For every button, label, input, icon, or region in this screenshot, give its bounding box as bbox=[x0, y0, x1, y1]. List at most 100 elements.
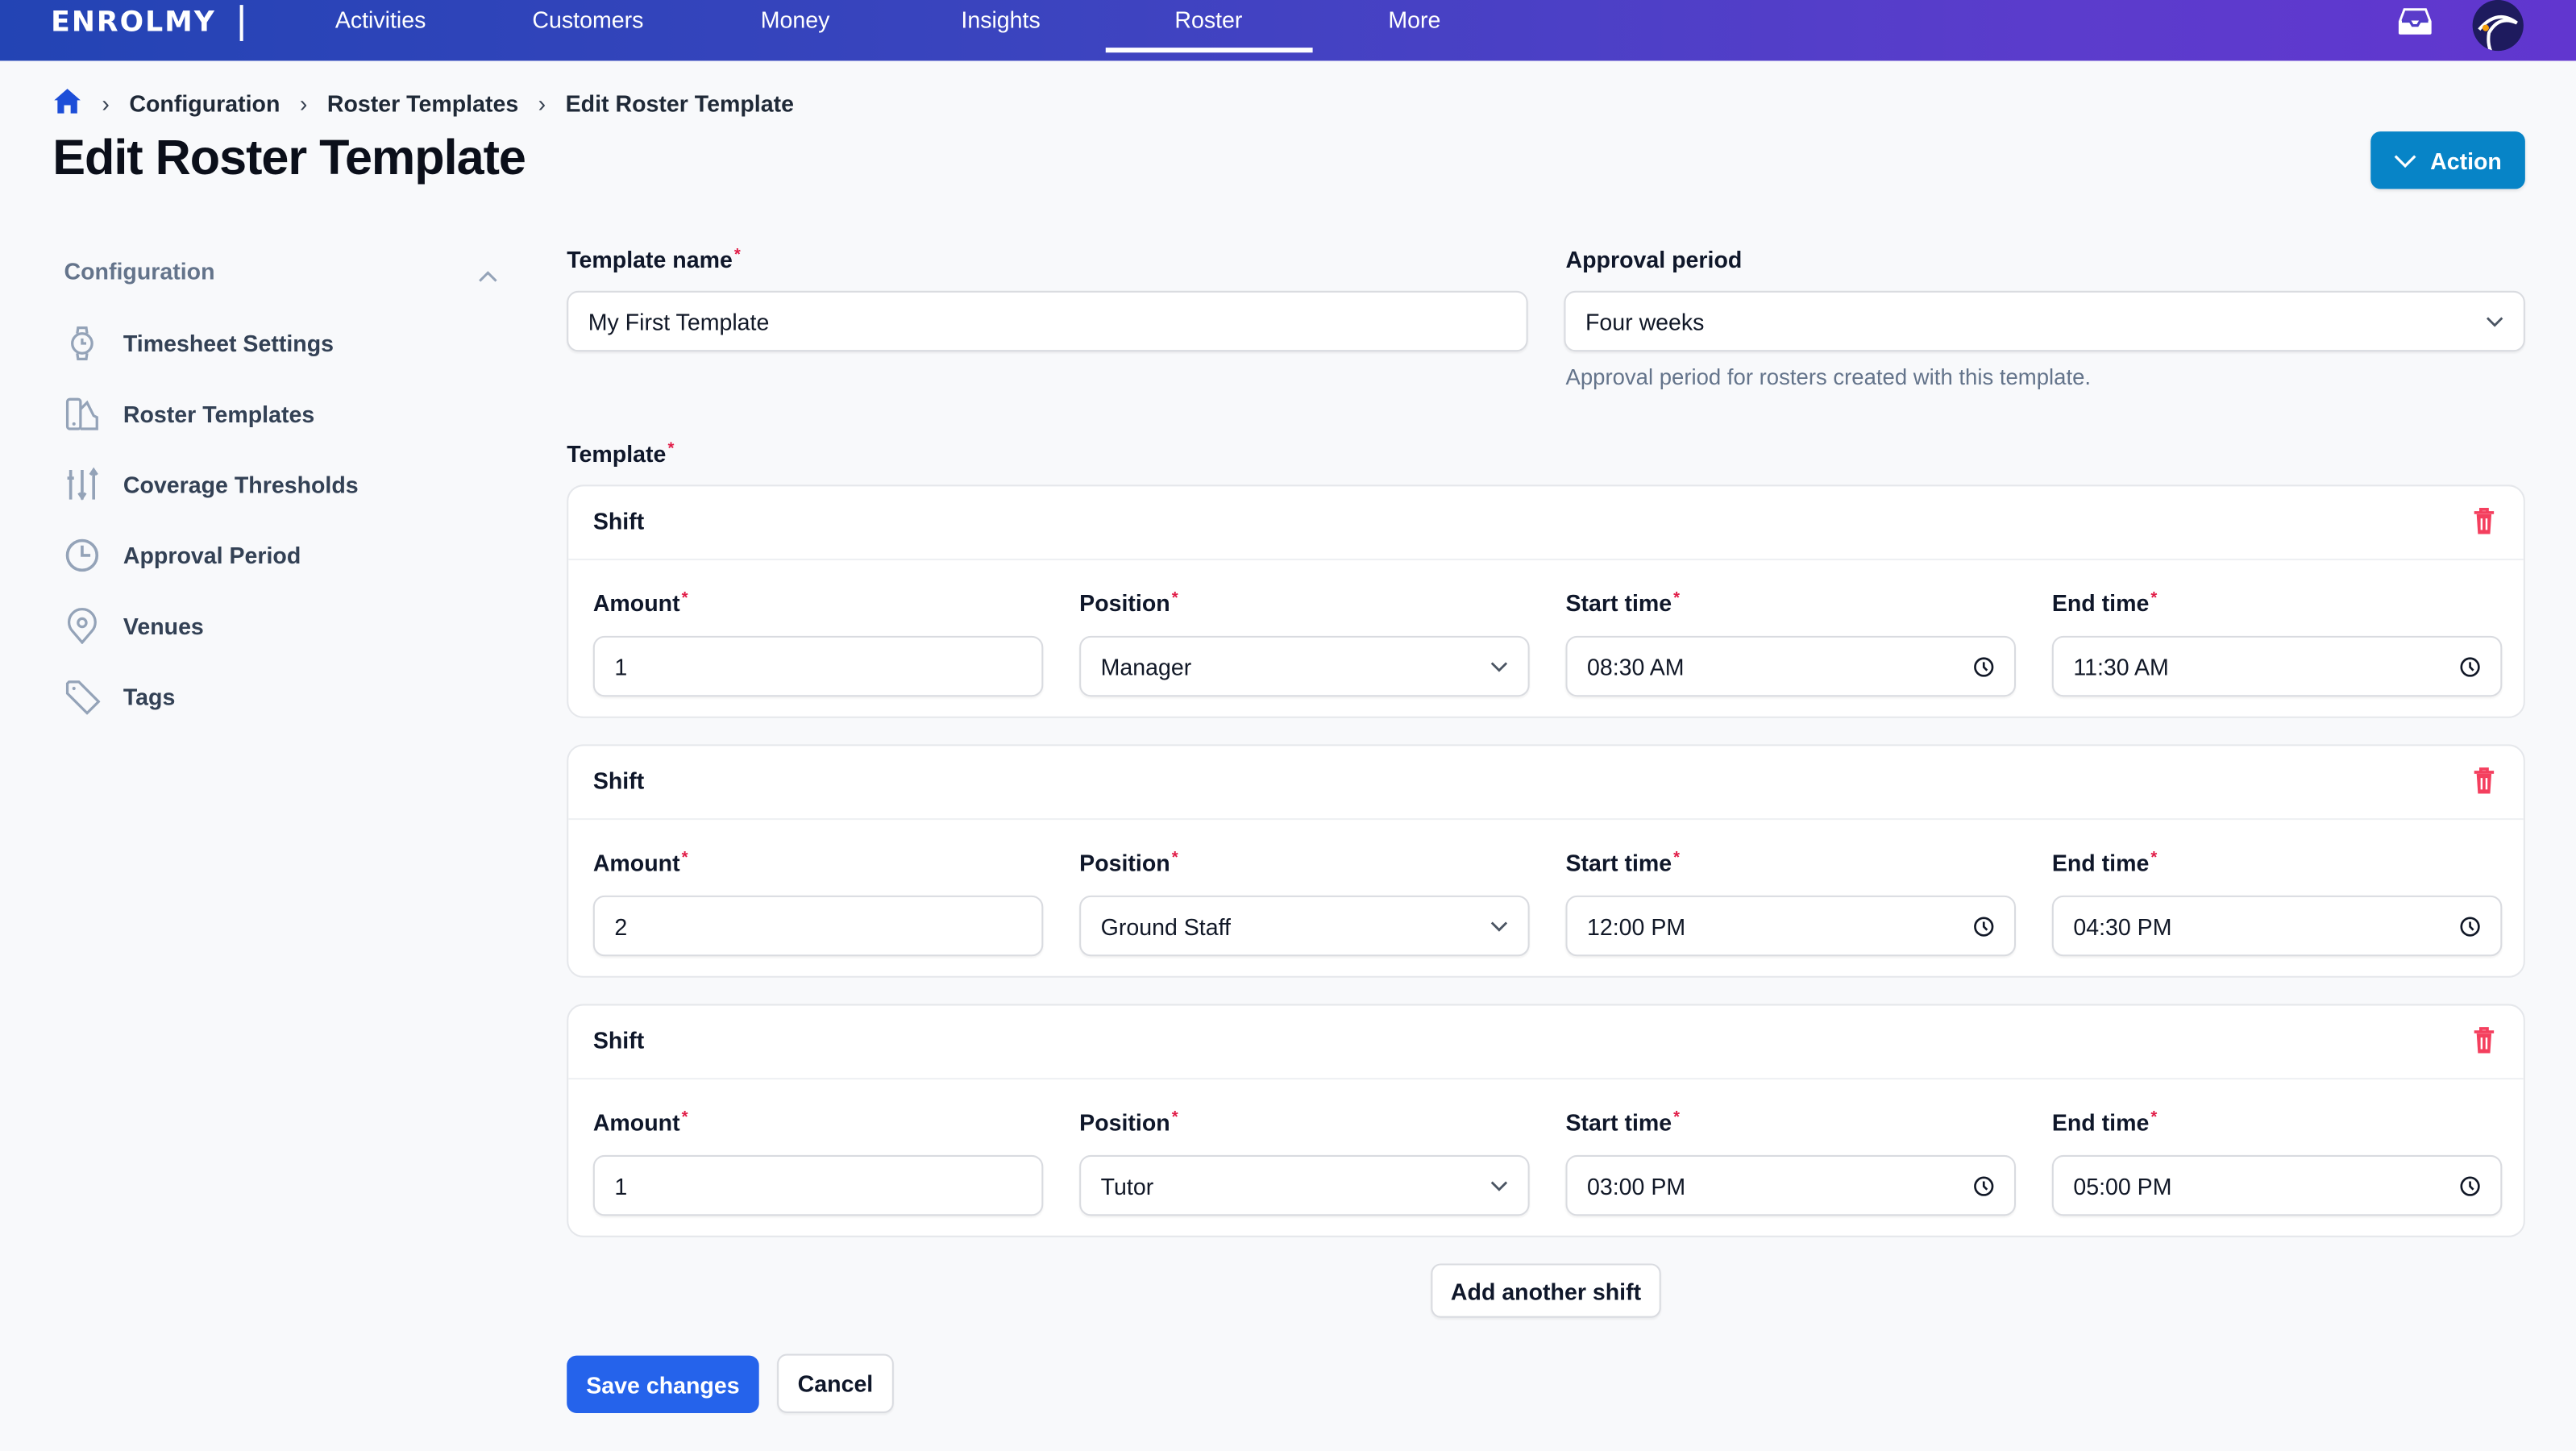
nav-activities[interactable]: Activities bbox=[335, 6, 426, 33]
action-label: Action bbox=[2430, 147, 2502, 174]
sidebar-item-coverage-thresholds[interactable]: Coverage Thresholds bbox=[64, 465, 491, 505]
start-time-label: Start time * bbox=[1565, 849, 1681, 876]
template-name-label: Template name * bbox=[567, 246, 741, 273]
start-time-input[interactable]: 08:30 AM bbox=[1565, 635, 2016, 697]
end-time-label: End time * bbox=[2051, 1108, 2158, 1136]
clock-icon bbox=[64, 538, 100, 574]
end-time-label: End time * bbox=[2051, 589, 2158, 617]
clock-icon[interactable] bbox=[2459, 915, 2480, 936]
shift-header: Shift bbox=[568, 1005, 2524, 1080]
start-time-input[interactable]: 03:00 PM bbox=[1565, 1154, 2016, 1216]
amount-value: 1 bbox=[614, 653, 628, 680]
amount-value: 1 bbox=[614, 1172, 628, 1199]
sidebar-item-timesheet-settings[interactable]: Timesheet Settings bbox=[64, 324, 491, 364]
breadcrumb-configuration[interactable]: Configuration bbox=[129, 90, 280, 117]
nav-roster[interactable]: Roster bbox=[1174, 6, 1242, 33]
sidebar-item-label: Venues bbox=[123, 613, 204, 639]
nav-insights[interactable]: Insights bbox=[961, 6, 1040, 33]
sidebar-item-approval-period[interactable]: Approval Period bbox=[64, 535, 491, 575]
chevron-down-icon bbox=[1490, 920, 1508, 931]
position-value: Ground Staff bbox=[1100, 913, 1231, 939]
start-time-value: 08:30 AM bbox=[1586, 653, 1685, 680]
amount-value: 2 bbox=[614, 913, 628, 939]
nav-more[interactable]: More bbox=[1388, 6, 1440, 33]
enrolmy-logo[interactable]: ENROLMY bbox=[51, 6, 216, 39]
sidebar-item-tags[interactable]: Tags bbox=[64, 677, 491, 717]
shift-header: Shift bbox=[568, 746, 2524, 821]
chevron-right-icon: › bbox=[538, 90, 546, 117]
approval-period-select[interactable]: Four weeks bbox=[1564, 290, 2525, 352]
clock-icon[interactable] bbox=[1973, 1175, 1994, 1195]
shift-header: Shift bbox=[568, 486, 2524, 561]
trash-icon[interactable] bbox=[2473, 506, 2496, 544]
breadcrumb-roster-templates[interactable]: Roster Templates bbox=[327, 90, 518, 117]
template-label: Template * bbox=[567, 440, 675, 467]
tag-icon bbox=[64, 679, 101, 715]
shift-card: Shift Amount * Position * Start time * End time… bbox=[567, 744, 2525, 978]
position-select[interactable]: Ground Staff bbox=[1079, 895, 1530, 957]
inbox-icon[interactable] bbox=[2397, 6, 2433, 36]
position-value: Manager bbox=[1100, 653, 1192, 680]
action-button[interactable]: Action bbox=[2370, 131, 2525, 189]
chevron-right-icon: › bbox=[299, 90, 308, 117]
swatch-icon bbox=[64, 396, 100, 432]
nav-money[interactable]: Money bbox=[761, 6, 830, 33]
page-title: Edit Roster Template bbox=[52, 131, 526, 186]
approval-period-label: Approval period bbox=[1565, 246, 1743, 273]
amount-input[interactable]: 1 bbox=[592, 635, 1044, 697]
amount-input[interactable]: 2 bbox=[592, 895, 1044, 957]
nav-customers[interactable]: Customers bbox=[532, 6, 643, 33]
end-time-input[interactable]: 05:00 PM bbox=[2051, 1154, 2503, 1216]
template-name-input[interactable]: My First Template bbox=[567, 290, 1528, 352]
user-avatar[interactable] bbox=[2472, 0, 2524, 52]
end-time-value: 11:30 AM bbox=[2073, 653, 2169, 680]
sidebar-heading: Configuration bbox=[64, 258, 215, 285]
sidebar-item-roster-templates[interactable]: Roster Templates bbox=[64, 394, 491, 434]
chevron-down-icon bbox=[1490, 1179, 1508, 1191]
add-shift-button[interactable]: Add another shift bbox=[1431, 1263, 1661, 1318]
shift-card: Shift Amount * Position * Start time * End time… bbox=[567, 484, 2525, 718]
start-time-input[interactable]: 12:00 PM bbox=[1565, 895, 2016, 957]
template-name-value: My First Template bbox=[588, 308, 770, 335]
top-navigation: ENROLMY Activities Customers Money Insig… bbox=[0, 0, 2576, 61]
sidebar-item-label: Timesheet Settings bbox=[123, 330, 334, 357]
end-time-input[interactable]: 04:30 PM bbox=[2051, 895, 2503, 957]
approval-period-value: Four weeks bbox=[1585, 308, 1705, 335]
save-changes-button[interactable]: Save changes bbox=[567, 1355, 759, 1413]
trash-icon[interactable] bbox=[2473, 1025, 2496, 1063]
start-time-label: Start time * bbox=[1565, 1108, 1681, 1136]
amount-input[interactable]: 1 bbox=[592, 1154, 1044, 1216]
end-time-value: 04:30 PM bbox=[2073, 913, 2172, 939]
end-time-value: 05:00 PM bbox=[2073, 1172, 2172, 1199]
position-select[interactable]: Tutor bbox=[1079, 1154, 1530, 1216]
sidebar-section-configuration[interactable]: Configuration bbox=[64, 258, 497, 285]
chevron-down-icon bbox=[2394, 147, 2417, 173]
clock-icon[interactable] bbox=[1973, 915, 1994, 936]
breadcrumb-current: Edit Roster Template bbox=[565, 90, 794, 117]
trash-icon[interactable] bbox=[2473, 766, 2496, 804]
watch-icon bbox=[64, 326, 100, 362]
end-time-input[interactable]: 11:30 AM bbox=[2051, 635, 2503, 697]
shift-title: Shift bbox=[592, 767, 645, 794]
sidebar-item-label: Roster Templates bbox=[123, 401, 315, 427]
sidebar-item-label: Coverage Thresholds bbox=[123, 471, 359, 498]
shift-title: Shift bbox=[592, 507, 645, 534]
sidebar-item-venues[interactable]: Venues bbox=[64, 606, 491, 646]
home-icon[interactable] bbox=[52, 87, 82, 120]
cancel-button[interactable]: Cancel bbox=[777, 1353, 894, 1413]
clock-icon[interactable] bbox=[1973, 655, 1994, 676]
clock-icon[interactable] bbox=[2459, 1175, 2480, 1195]
sliders-icon bbox=[64, 467, 100, 503]
start-time-label: Start time * bbox=[1565, 589, 1681, 617]
position-select[interactable]: Manager bbox=[1079, 635, 1530, 697]
chevron-up-icon[interactable] bbox=[478, 261, 497, 288]
map-pin-icon bbox=[64, 608, 100, 645]
position-label: Position * bbox=[1079, 849, 1178, 876]
start-time-value: 12:00 PM bbox=[1586, 913, 1686, 939]
shift-title: Shift bbox=[592, 1026, 645, 1054]
end-time-label: End time * bbox=[2051, 849, 2158, 876]
clock-icon[interactable] bbox=[2459, 655, 2480, 676]
logo-divider bbox=[239, 5, 243, 41]
amount-label: Amount * bbox=[592, 849, 688, 876]
start-time-value: 03:00 PM bbox=[1586, 1172, 1686, 1199]
